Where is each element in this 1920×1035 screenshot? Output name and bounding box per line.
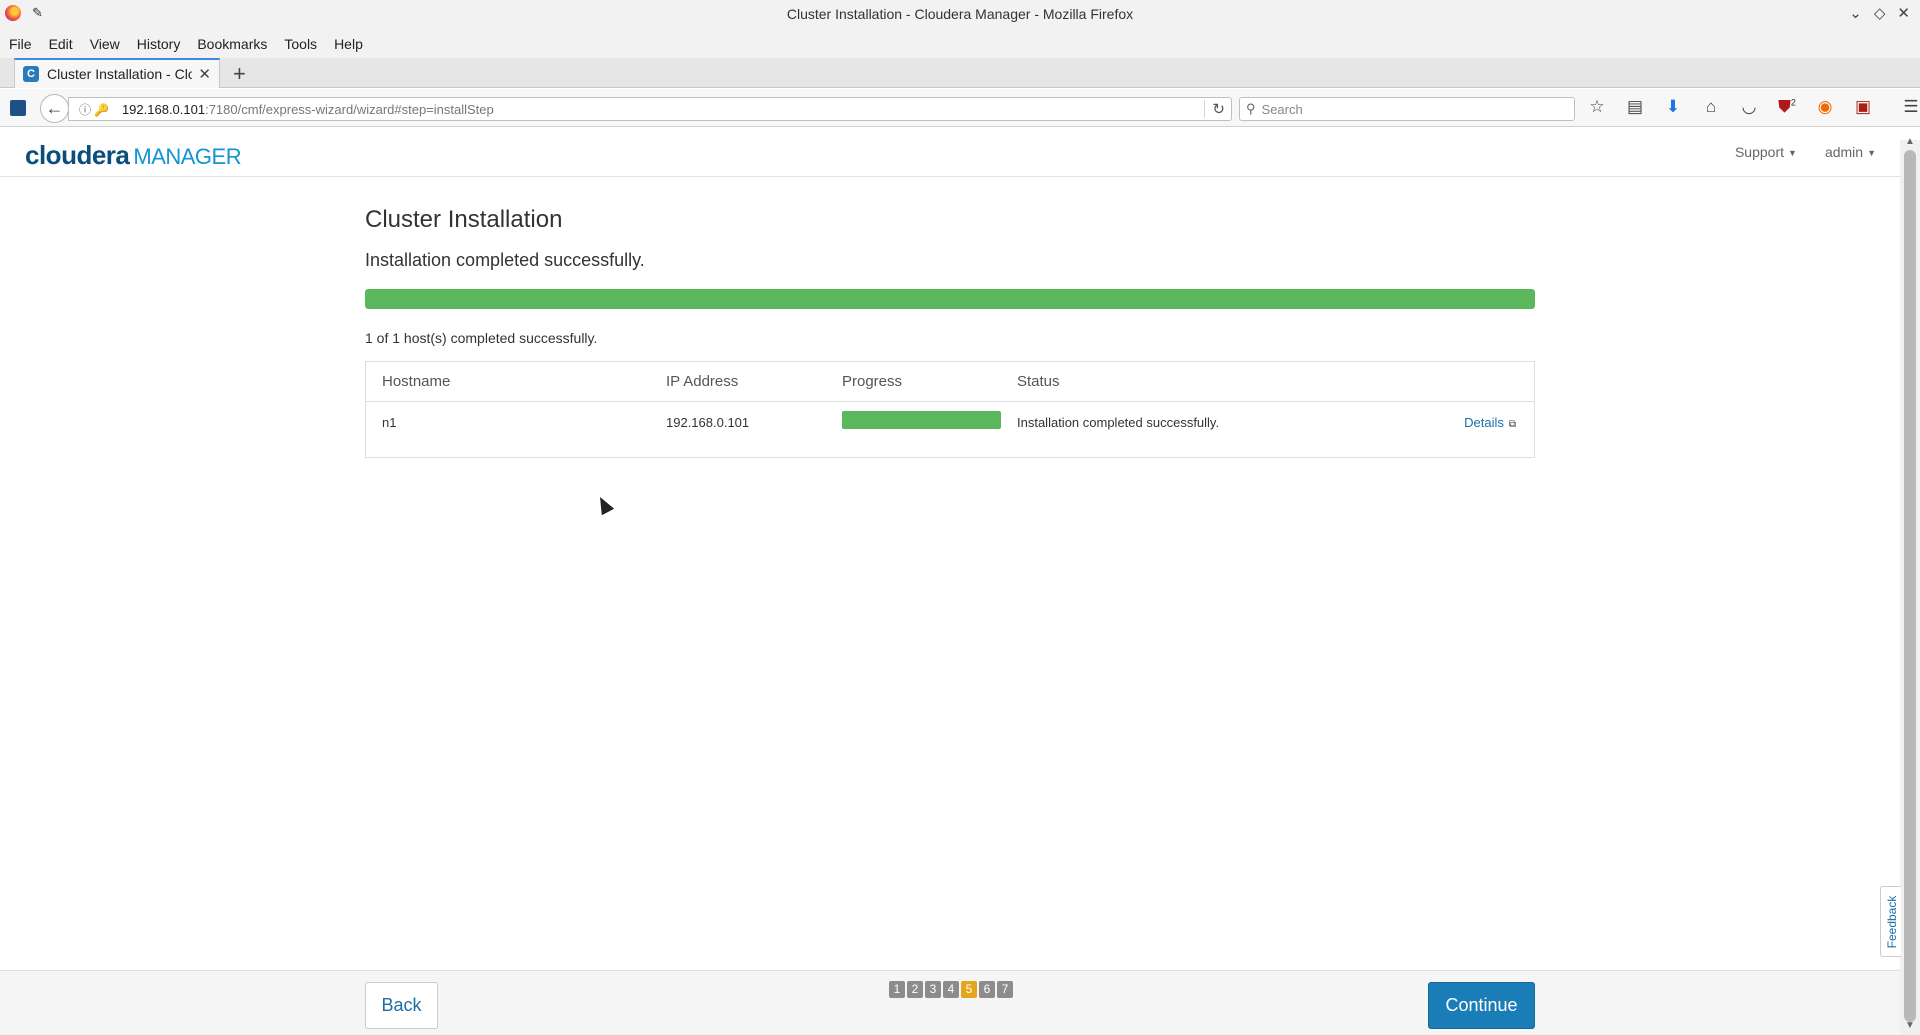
user-label: admin — [1824, 144, 1864, 160]
scrollbar-thumb[interactable] — [1904, 150, 1916, 1022]
support-label: Support — [1734, 144, 1785, 160]
extension-red-icon[interactable]: ▣ — [1851, 97, 1875, 117]
status-cell: Installation completed successfully. — [1017, 415, 1220, 430]
close-tab-icon[interactable]: ✕ — [198, 65, 211, 83]
reload-icon[interactable]: ↻ — [1204, 100, 1225, 118]
url-bar[interactable]: ⓘ🔑 192.168.0.101 :7180/cmf/express-wizar… — [68, 97, 1232, 121]
search-input[interactable]: ⚲ Search — [1239, 97, 1575, 121]
menu-edit[interactable]: Edit — [49, 36, 73, 52]
table-row: n1 192.168.0.101 Installation completed … — [366, 403, 1534, 443]
feedback-tab[interactable]: Feedback — [1880, 886, 1901, 957]
menu-tools[interactable]: Tools — [284, 36, 317, 52]
column-progress[interactable]: Progress — [842, 373, 902, 390]
status-message: Installation completed successfully. — [365, 250, 645, 270]
tab-label: Cluster Installation - Clou — [47, 66, 193, 82]
user-menu[interactable]: admin ▼ — [1825, 144, 1876, 160]
column-ip-address[interactable]: IP Address — [666, 373, 738, 390]
column-status[interactable]: Status — [1017, 373, 1060, 390]
step-6: 6 — [979, 981, 995, 998]
page-header: cloudera MANAGER Support ▼ admin ▼ — [0, 128, 1900, 177]
step-7: 7 — [997, 981, 1013, 998]
close-window-icon[interactable]: ✕ — [1897, 4, 1910, 22]
extension-orange-icon[interactable]: ◉ — [1813, 97, 1837, 117]
navigation-toolbar: ← ⓘ🔑 192.168.0.101 :7180/cmf/express-wiz… — [0, 89, 1920, 127]
vertical-scrollbar[interactable]: ▲ ▼ — [1900, 136, 1920, 1035]
url-path: :7180/cmf/express-wizard/wizard#step=ins… — [205, 101, 494, 117]
url-host: 192.168.0.101 — [121, 101, 206, 117]
step-4: 4 — [943, 981, 959, 998]
step-5-active: 5 — [961, 981, 977, 998]
ublock-badge: 2 — [1790, 97, 1796, 108]
chevron-down-icon: ▼ — [1788, 148, 1797, 159]
ublock-icon[interactable]: ⛊2 — [1775, 97, 1799, 117]
menu-history[interactable]: History — [137, 36, 181, 52]
external-link-icon: ⧉ — [1508, 419, 1516, 430]
reading-list-icon[interactable]: ▤ — [1623, 97, 1647, 117]
search-icon: ⚲ — [1246, 101, 1256, 116]
pocket-icon[interactable]: ◡ — [1737, 97, 1761, 117]
scroll-down-icon[interactable]: ▼ — [1905, 1020, 1915, 1031]
step-1: 1 — [889, 981, 905, 998]
download-icon[interactable]: ⬇ — [1661, 97, 1685, 117]
ip-address-cell: 192.168.0.101 — [666, 415, 750, 430]
page-title: Cluster Installation — [365, 206, 563, 233]
table-header: Hostname IP Address Progress Status — [366, 362, 1534, 402]
window-titlebar: ✎ Cluster Installation - Cloudera Manage… — [0, 0, 1920, 29]
host-table: Hostname IP Address Progress Status n1 1… — [365, 361, 1535, 458]
tab-strip: C Cluster Installation - Clou ✕ + — [0, 58, 1920, 88]
host-progress-bar — [842, 411, 1001, 429]
scroll-up-icon[interactable]: ▲ — [1905, 136, 1915, 147]
logo-brand: cloudera — [25, 140, 130, 170]
overall-progress-bar — [365, 289, 1535, 309]
support-menu[interactable]: Support ▼ — [1735, 144, 1797, 160]
hostname-cell: n1 — [382, 415, 397, 430]
feedback-label: Feedback — [1885, 895, 1899, 949]
cloudera-favicon-icon: C — [23, 66, 39, 82]
window-title: Cluster Installation - Cloudera Manager … — [786, 6, 1134, 22]
host-progress-fill — [842, 411, 1001, 429]
overall-progress-fill — [365, 289, 1535, 309]
header-menu: Support ▼ admin ▼ — [1735, 144, 1876, 160]
window-controls: ⌄ ◇ ✕ — [1849, 4, 1910, 22]
column-hostname[interactable]: Hostname — [382, 373, 450, 390]
home-icon[interactable]: ⌂ — [1699, 97, 1723, 117]
logo-product: MANAGER — [133, 144, 242, 169]
maximize-icon[interactable]: ◇ — [1874, 4, 1886, 22]
back-button[interactable]: Back — [365, 982, 438, 1029]
step-2: 2 — [907, 981, 923, 998]
menu-file[interactable]: File — [9, 36, 32, 52]
toolbar-icons: ☆ ▤ ⬇ ⌂ ◡ ⛊2 ◉ ▣ ☰ — [1585, 97, 1920, 117]
menu-help[interactable]: Help — [334, 36, 363, 52]
cloudera-manager-logo[interactable]: cloudera MANAGER — [25, 140, 242, 171]
details-link[interactable]: Details ⧉ — [1464, 415, 1516, 430]
star-icon[interactable]: ☆ — [1585, 97, 1609, 117]
site-info-icon[interactable]: ⓘ🔑 — [79, 101, 112, 118]
new-tab-button[interactable]: + — [233, 61, 246, 87]
mouse-cursor-icon — [593, 493, 615, 516]
menu-bookmarks[interactable]: Bookmarks — [197, 36, 267, 52]
wizard-steps: 1 2 3 4 5 6 7 — [889, 981, 1013, 998]
step-3: 3 — [925, 981, 941, 998]
search-placeholder: Search — [1261, 101, 1303, 117]
menu-view[interactable]: View — [90, 36, 120, 52]
tab-cluster-installation[interactable]: C Cluster Installation - Clou ✕ — [14, 58, 220, 88]
chevron-down-icon: ▼ — [1867, 148, 1876, 159]
back-arrow-icon[interactable]: ← — [40, 94, 69, 123]
wizard-footer: Back 1 2 3 4 5 6 7 Continue — [0, 970, 1900, 1035]
minimize-icon[interactable]: ⌄ — [1849, 4, 1862, 22]
menu-bar: File Edit View History Bookmarks Tools H… — [0, 29, 1920, 58]
menu-icon[interactable]: ☰ — [1899, 97, 1920, 117]
continue-button[interactable]: Continue — [1428, 982, 1535, 1029]
extension-icon[interactable] — [10, 100, 26, 116]
details-label: Details — [1464, 415, 1504, 430]
host-summary: 1 of 1 host(s) completed successfully. — [365, 330, 598, 346]
